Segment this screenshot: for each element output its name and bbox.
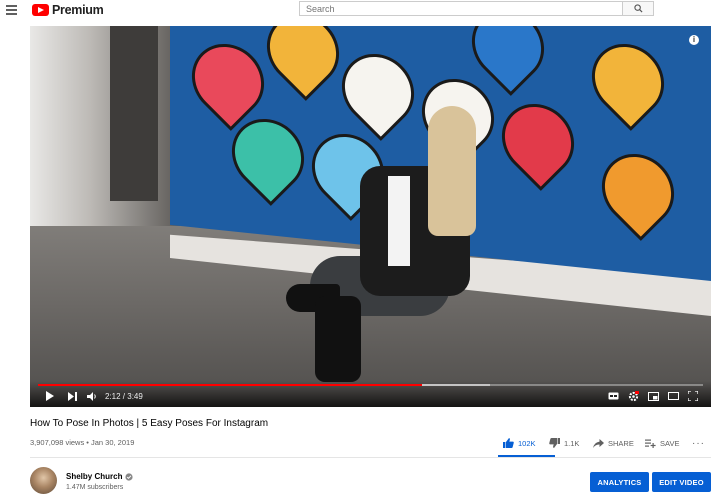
theater-mode-button[interactable] <box>666 389 680 403</box>
search-button[interactable] <box>622 1 654 16</box>
next-icon <box>67 391 77 401</box>
like-button[interactable]: 102K <box>503 436 536 450</box>
play-button[interactable] <box>42 389 56 403</box>
captions-icon <box>608 392 618 400</box>
fullscreen-icon <box>688 391 698 401</box>
youtube-play-logo-icon <box>32 4 49 16</box>
dislike-count: 1.1K <box>564 438 580 448</box>
top-bar: Premium <box>0 0 720 20</box>
video-frame-boot <box>315 296 361 382</box>
mural-heart <box>327 39 429 141</box>
mural-heart <box>487 89 589 191</box>
verified-check-icon <box>125 472 134 481</box>
captions-button[interactable] <box>606 389 620 403</box>
meta-separator: • <box>84 438 91 447</box>
mural-heart <box>577 29 679 131</box>
subscriber-count: 1.47M subscribers <box>66 484 124 491</box>
play-icon <box>45 391 54 401</box>
thumbs-up-icon <box>503 438 514 448</box>
save-label: SAVE <box>660 438 680 448</box>
miniplayer-button[interactable] <box>646 389 660 403</box>
fullscreen-button[interactable] <box>686 389 700 403</box>
video-frame-person-hair <box>428 106 476 236</box>
more-icon: ··· <box>692 437 705 449</box>
logo-text: Premium <box>52 3 104 17</box>
search-input[interactable] <box>299 1 623 16</box>
next-button[interactable] <box>65 389 79 403</box>
hamburger-menu-icon[interactable] <box>6 5 17 15</box>
analytics-button[interactable]: ANALYTICS <box>590 472 649 492</box>
player-controls: 2:12 / 3:49 <box>30 381 711 407</box>
theater-icon <box>667 392 679 400</box>
share-label: SHARE <box>608 438 634 448</box>
mural-heart <box>587 139 689 241</box>
video-frame-doorway <box>110 26 158 201</box>
time-display: 2:12 / 3:49 <box>105 392 143 401</box>
volume-icon <box>87 391 96 401</box>
video-title: How To Pose In Photos | 5 Easy Poses For… <box>30 418 269 429</box>
channel-name[interactable]: Shelby Church <box>66 472 122 481</box>
more-actions-button[interactable]: ··· <box>692 436 705 450</box>
video-meta: 3,907,098 views • Jan 30, 2019 <box>30 438 134 447</box>
channel-name-row[interactable]: Shelby Church <box>66 472 134 481</box>
channel-avatar[interactable] <box>30 467 57 494</box>
like-count: 102K <box>518 438 536 448</box>
publish-date: Jan 30, 2019 <box>91 438 135 447</box>
miniplayer-icon <box>647 391 659 401</box>
divider <box>30 457 711 458</box>
info-icon[interactable]: i <box>689 35 699 45</box>
video-frame-person-shirt <box>388 176 410 266</box>
edit-video-button[interactable]: EDIT VIDEO <box>652 472 711 492</box>
mural-heart <box>177 29 279 131</box>
settings-button[interactable] <box>626 389 640 403</box>
share-button[interactable]: SHARE <box>593 436 634 450</box>
progress-bar[interactable] <box>38 384 703 386</box>
dislike-button[interactable]: 1.1K <box>549 436 579 450</box>
youtube-premium-logo[interactable]: Premium <box>32 3 104 17</box>
settings-icon <box>628 390 639 401</box>
search-icon <box>633 4 643 13</box>
view-count: 3,907,098 views <box>30 438 85 447</box>
save-button[interactable]: SAVE <box>645 436 679 450</box>
thumbs-down-icon <box>549 438 560 448</box>
mural-heart <box>252 26 354 101</box>
share-icon <box>593 438 604 448</box>
progress-played <box>38 384 422 386</box>
volume-button[interactable] <box>85 389 99 403</box>
video-player[interactable]: i 2:12 / 3:49 <box>30 26 711 407</box>
add-to-playlist-icon <box>645 439 656 448</box>
